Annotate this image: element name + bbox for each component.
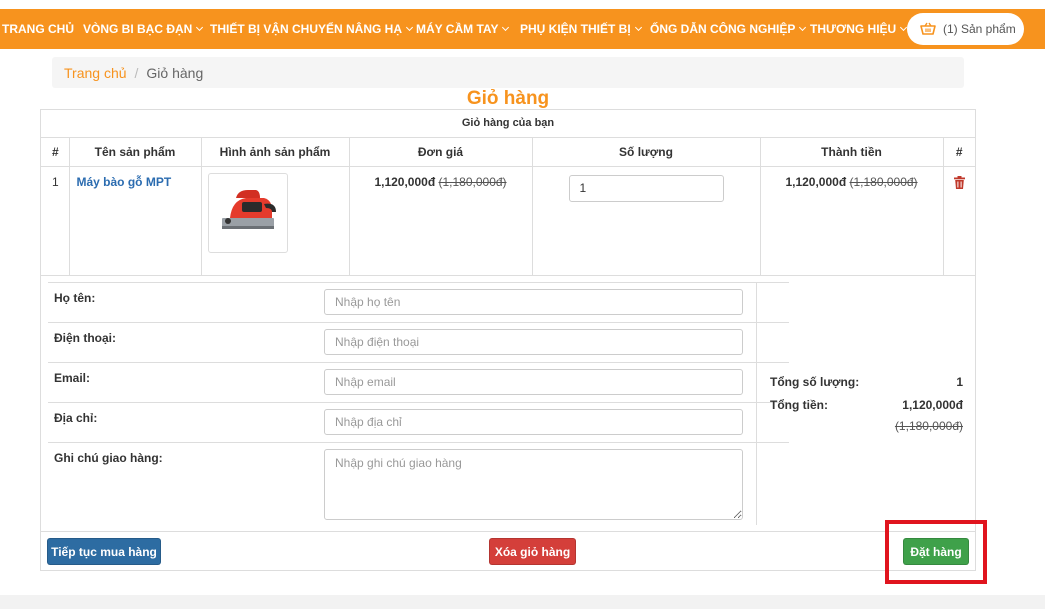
name-label: Họ tên: xyxy=(54,291,96,305)
cart-panel: Giỏ hàng của bạn # Tên sản phẩm Hình ảnh… xyxy=(40,109,976,571)
breadcrumb-current: Giỏ hàng xyxy=(146,64,204,81)
nav-label: VÒNG BI BẠC ĐẠN xyxy=(83,22,193,36)
product-name-cell: Máy bào gỗ MPT xyxy=(69,166,202,276)
col-header-quantity: Số lượng xyxy=(532,138,761,167)
nav-label: TRANG CHỦ xyxy=(2,22,74,36)
chevron-down-icon xyxy=(634,23,642,32)
unit-old-price: (1,180,000đ) xyxy=(438,174,507,189)
cart-heading: Giỏ hàng của bạn xyxy=(41,110,975,138)
note-textarea[interactable] xyxy=(324,449,743,520)
total-quantity-label: Tổng số lượng: xyxy=(770,375,860,389)
chevron-down-icon xyxy=(405,23,414,32)
total-money-value: 1,120,000đ xyxy=(902,398,963,412)
form-row-note: Ghi chú giao hàng: xyxy=(48,442,789,522)
form-row-address: Địa chỉ: xyxy=(48,402,789,442)
total-old-price-text: (1,180,000đ) xyxy=(894,419,963,433)
quantity-cell xyxy=(532,166,761,276)
chevron-down-icon xyxy=(502,23,510,32)
phone-input[interactable] xyxy=(324,329,743,355)
col-header-unit-price: Đơn giá xyxy=(349,138,533,167)
continue-shopping-button[interactable]: Tiếp tục mua hàng xyxy=(47,538,161,565)
nav-item-accessories[interactable]: PHỤ KIỆN THIẾT BỊ xyxy=(520,9,642,49)
total-money-row: Tổng tiền: 1,120,000đ xyxy=(770,398,963,412)
clear-cart-button[interactable]: Xóa giỏ hàng xyxy=(489,538,576,565)
nav-item-lifting[interactable]: THIẾT BỊ VẬN CHUYỂN NÂNG HẠ xyxy=(210,9,414,49)
nav-label: ỐNG DẪN CÔNG NGHIỆP xyxy=(650,22,796,36)
form-row-email: Email: xyxy=(48,362,789,402)
breadcrumb-separator: / xyxy=(134,64,139,81)
breadcrumb: Trang chủ / Giỏ hàng xyxy=(52,57,964,88)
nav-item-brands[interactable]: THƯƠNG HIỆU xyxy=(810,9,908,49)
basket-icon xyxy=(920,22,936,35)
nav-label: PHỤ KIỆN THIẾT BỊ xyxy=(520,22,631,36)
cart-table: # Tên sản phẩm Hình ảnh sản phẩm Đơn giá… xyxy=(41,138,975,276)
unit-price: 1,120,000đ xyxy=(374,174,436,189)
total-quantity-row: Tổng số lượng: 1 xyxy=(770,375,963,389)
page-title: Giỏ hàng xyxy=(466,88,550,109)
col-header-action: # xyxy=(943,138,975,167)
nav-item-handtools[interactable]: MÁY CẦM TAY xyxy=(416,9,510,49)
form-row-name: Họ tên: xyxy=(48,282,789,322)
form-divider xyxy=(756,282,757,525)
planer-tool-icon xyxy=(221,189,276,229)
unit-price-cell: 1,120,000đ (1,180,000đ) xyxy=(349,166,533,276)
note-label: Ghi chú giao hàng: xyxy=(54,451,163,465)
quantity-input[interactable] xyxy=(568,174,724,202)
page-bottom-strip xyxy=(0,595,1045,609)
table-header-row: # Tên sản phẩm Hình ảnh sản phẩm Đơn giá… xyxy=(41,138,975,167)
line-total-cell: 1,120,000đ (1,180,000đ) xyxy=(760,166,944,276)
phone-label: Điện thoại: xyxy=(54,331,116,345)
nav-label: THIẾT BỊ VẬN CHUYỂN NÂNG HẠ xyxy=(210,22,403,36)
highlight-box xyxy=(885,520,987,584)
col-header-image: Hình ảnh sản phẩm xyxy=(201,138,350,167)
line-total: 1,120,000đ xyxy=(785,174,847,189)
nav-item-bearings[interactable]: VÒNG BI BẠC ĐẠN xyxy=(83,9,204,49)
col-header-name: Tên sản phẩm xyxy=(69,138,202,167)
col-header-total: Thành tiền xyxy=(760,138,944,167)
remove-cell xyxy=(943,166,975,276)
cart-count-label: (1) Sản phẩm xyxy=(943,22,1016,36)
email-input[interactable] xyxy=(324,369,743,395)
nav-label: MÁY CẦM TAY xyxy=(416,22,499,36)
form-row-phone: Điện thoại: xyxy=(48,322,789,362)
col-header-num: # xyxy=(41,138,70,167)
product-image-cell xyxy=(201,166,350,276)
address-label: Địa chỉ: xyxy=(54,411,98,425)
nav-label: THƯƠNG HIỆU xyxy=(810,22,897,36)
order-totals: Tổng số lượng: 1 Tổng tiền: 1,120,000đ (… xyxy=(770,375,963,433)
name-input[interactable] xyxy=(324,289,743,315)
product-name-link[interactable]: Máy bào gỗ MPT xyxy=(77,175,172,189)
product-image[interactable] xyxy=(207,172,288,253)
address-input[interactable] xyxy=(324,409,743,435)
nav-item-home[interactable]: TRANG CHỦ xyxy=(2,9,74,49)
table-row: 1 Máy bào gỗ MPT 1,120,000đ (1,180,000đ)… xyxy=(41,166,975,276)
trash-icon[interactable] xyxy=(953,175,965,189)
total-old-price: (1,180,000đ) xyxy=(770,419,963,433)
row-number: 1 xyxy=(41,166,70,276)
email-label: Email: xyxy=(54,371,91,385)
chevron-down-icon xyxy=(799,23,807,32)
total-quantity-value: 1 xyxy=(956,375,963,389)
footer-divider xyxy=(41,531,975,532)
chevron-down-icon xyxy=(196,23,204,32)
main-nav: TRANG CHỦ VÒNG BI BẠC ĐẠN THIẾT BỊ VẬN C… xyxy=(0,9,1045,49)
nav-item-pipes[interactable]: ỐNG DẪN CÔNG NGHIỆP xyxy=(650,9,807,49)
customer-form: Họ tên: Điện thoại: Email: Địa chỉ: Ghi … xyxy=(48,282,789,522)
breadcrumb-home-link[interactable]: Trang chủ xyxy=(64,65,127,81)
total-money-label: Tổng tiền: xyxy=(770,398,828,412)
line-old-total: (1,180,000đ) xyxy=(849,174,918,189)
cart-button[interactable]: (1) Sản phẩm xyxy=(907,13,1024,45)
